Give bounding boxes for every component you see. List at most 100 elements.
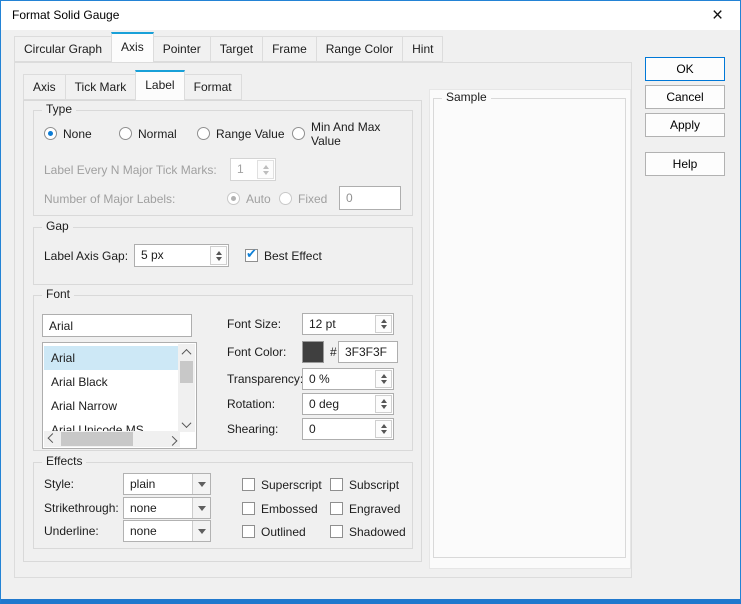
dropdown-arrow-icon	[198, 529, 206, 534]
transparency-spinner[interactable]: 0 %	[302, 368, 394, 390]
ok-button[interactable]: OK	[645, 57, 725, 81]
font-list-item[interactable]: Arial Black	[44, 370, 180, 394]
chevron-right-icon	[167, 435, 177, 445]
shearing-value: 0	[303, 419, 374, 439]
spinner-buttons[interactable]	[210, 246, 227, 265]
tab-circular-graph[interactable]: Circular Graph	[14, 36, 112, 62]
spinner-buttons[interactable]	[375, 395, 392, 413]
radio-auto-control[interactable]	[227, 192, 240, 205]
horizontal-scroll-thumb[interactable]	[61, 432, 133, 446]
apply-button[interactable]: Apply	[645, 113, 725, 137]
radio-range-value[interactable]: Range Value	[197, 126, 285, 141]
type-group: Type None Normal Range Value Min And Max…	[33, 110, 413, 216]
rotation-spinner[interactable]: 0 deg	[302, 393, 394, 415]
fixed-count-input[interactable]	[339, 186, 401, 210]
engraved-checkbox-control[interactable]	[330, 502, 343, 515]
tab-target[interactable]: Target	[210, 36, 263, 62]
spinner-buttons[interactable]	[375, 370, 392, 388]
effects-group: Effects Style: plain Strikethrough: none…	[33, 462, 413, 549]
spinner-buttons[interactable]	[257, 160, 274, 179]
dropdown-button[interactable]	[192, 474, 210, 494]
spin-up-icon	[381, 399, 387, 403]
subtab-label[interactable]: Label	[135, 70, 184, 101]
spinner-buttons[interactable]	[375, 420, 392, 438]
radio-min-max-value[interactable]: Min And Max Value	[292, 126, 412, 141]
subscript-checkbox-control[interactable]	[330, 478, 343, 491]
scroll-up-button[interactable]	[178, 344, 195, 360]
radio-range-value-control[interactable]	[197, 127, 210, 140]
tab-pointer[interactable]: Pointer	[153, 36, 211, 62]
spin-up-icon	[216, 251, 222, 255]
radio-none-control[interactable]	[44, 127, 57, 140]
main-tab-bar: Circular Graph Axis Pointer Target Frame…	[14, 32, 442, 62]
radio-normal-control[interactable]	[119, 127, 132, 140]
vertical-scroll-thumb[interactable]	[180, 361, 193, 383]
embossed-checkbox[interactable]: Embossed	[242, 501, 318, 516]
font-color-swatch[interactable]	[302, 341, 324, 363]
radio-min-max-value-control[interactable]	[292, 127, 305, 140]
vertical-scrollbar[interactable]	[178, 344, 195, 432]
font-list-item[interactable]: Arial Narrow	[44, 394, 180, 418]
spin-down-icon	[381, 405, 387, 409]
underline-dropdown[interactable]: none	[123, 520, 211, 542]
font-size-spinner[interactable]: 12 pt	[302, 313, 394, 335]
tab-range-color[interactable]: Range Color	[316, 36, 403, 62]
label-axis-gap-spinner[interactable]: 5 px	[134, 244, 229, 267]
scroll-right-button[interactable]	[164, 431, 180, 447]
scroll-left-button[interactable]	[44, 431, 60, 447]
outlined-label: Outlined	[261, 525, 306, 539]
cancel-button[interactable]: Cancel	[645, 85, 725, 109]
tab-axis[interactable]: Axis	[111, 32, 154, 63]
shadowed-checkbox[interactable]: Shadowed	[330, 524, 406, 539]
tab-frame[interactable]: Frame	[262, 36, 317, 62]
radio-min-max-value-label: Min And Max Value	[311, 120, 412, 148]
spin-up-icon	[263, 165, 269, 169]
subtab-tick-mark[interactable]: Tick Mark	[65, 74, 137, 100]
best-effect-checkbox[interactable]: ✔ Best Effect	[245, 248, 322, 263]
font-list-item[interactable]: Arial	[44, 346, 180, 370]
font-name-input[interactable]	[42, 314, 192, 337]
radio-range-value-label: Range Value	[216, 127, 285, 141]
radio-fixed-label: Fixed	[298, 192, 327, 206]
superscript-checkbox[interactable]: Superscript	[242, 477, 322, 492]
title-bar[interactable]: Format Solid Gauge ×	[1, 1, 740, 30]
dialog-title: Format Solid Gauge	[12, 1, 119, 30]
style-dropdown[interactable]: plain	[123, 473, 211, 495]
strikethrough-value: none	[124, 498, 192, 518]
gap-group-title: Gap	[42, 219, 73, 233]
superscript-checkbox-control[interactable]	[242, 478, 255, 491]
spinner-buttons[interactable]	[375, 315, 392, 333]
checkmark-icon: ✔	[246, 246, 257, 262]
subtab-format[interactable]: Format	[184, 74, 242, 100]
strikethrough-dropdown[interactable]: none	[123, 497, 211, 519]
spin-down-icon	[381, 430, 387, 434]
radio-fixed[interactable]: Fixed	[279, 191, 327, 206]
dropdown-button[interactable]	[192, 521, 210, 541]
scroll-down-button[interactable]	[178, 416, 195, 432]
dropdown-button[interactable]	[192, 498, 210, 518]
close-button[interactable]: ×	[695, 1, 740, 30]
type-group-title: Type	[42, 102, 76, 116]
subtab-axis[interactable]: Axis	[23, 74, 66, 100]
font-list[interactable]: Arial Arial Black Arial Narrow Arial Uni…	[42, 342, 197, 449]
label-every-n-spinner[interactable]: 1	[230, 158, 276, 181]
tab-hint[interactable]: Hint	[402, 36, 443, 62]
outlined-checkbox-control[interactable]	[242, 525, 255, 538]
font-color-hex-input[interactable]	[338, 341, 398, 363]
outlined-checkbox[interactable]: Outlined	[242, 524, 306, 539]
best-effect-checkbox-control[interactable]: ✔	[245, 249, 258, 262]
subscript-checkbox[interactable]: Subscript	[330, 477, 399, 492]
help-button[interactable]: Help	[645, 152, 725, 176]
font-size-value: 12 pt	[303, 314, 374, 334]
radio-normal[interactable]: Normal	[119, 126, 177, 141]
shadowed-checkbox-control[interactable]	[330, 525, 343, 538]
spin-down-icon	[381, 380, 387, 384]
radio-fixed-control[interactable]	[279, 192, 292, 205]
radio-auto[interactable]: Auto	[227, 191, 271, 206]
horizontal-scrollbar[interactable]	[44, 431, 180, 447]
engraved-checkbox[interactable]: Engraved	[330, 501, 400, 516]
radio-none[interactable]: None	[44, 126, 92, 141]
underline-value: none	[124, 521, 192, 541]
embossed-checkbox-control[interactable]	[242, 502, 255, 515]
shearing-spinner[interactable]: 0	[302, 418, 394, 440]
